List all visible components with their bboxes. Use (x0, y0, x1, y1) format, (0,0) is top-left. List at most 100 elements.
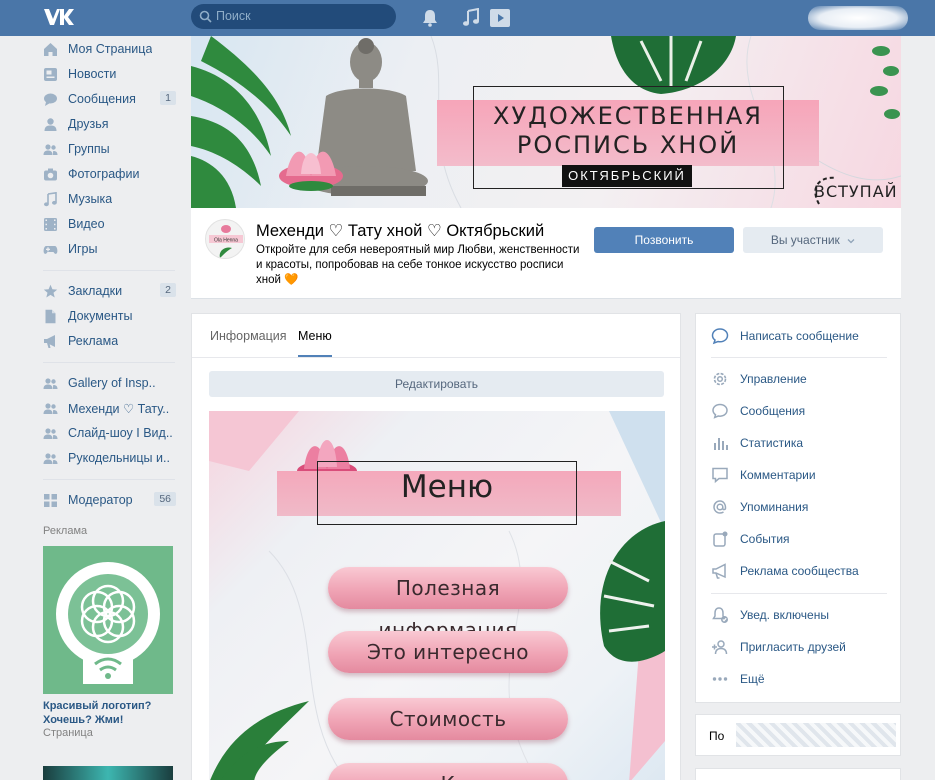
ad-heading: Реклама (43, 525, 88, 537)
more-link[interactable]: Ещё (711, 668, 891, 690)
community-ads-link[interactable]: Реклама сообщества (711, 560, 891, 582)
sidebar-item-messages[interactable]: Сообщения 1 (43, 88, 178, 110)
invite-friends-link[interactable]: Пригласить друзей (711, 636, 891, 658)
mentions-link[interactable]: Упоминания (711, 496, 891, 518)
gear-icon (713, 372, 727, 386)
edit-button[interactable]: Редактировать (209, 371, 664, 397)
sidebar-item-label: Модератор (68, 493, 133, 507)
statistics-label: Статистика (740, 436, 804, 450)
wiki-menu-panel: Информация Меню Редактировать Меню Полез… (191, 313, 681, 780)
messages-label: Сообщения (740, 404, 806, 418)
sidebar-item-bookmarks[interactable]: Закладки 2 (43, 280, 178, 302)
ad-image[interactable] (43, 546, 173, 694)
megaphone-icon (44, 334, 55, 348)
sidebar-item-music[interactable]: Музыка (43, 188, 178, 210)
menu-button-interesting[interactable]: Это интересно (328, 631, 568, 673)
sidebar-item-label: Рукодельницы и.. (68, 451, 170, 465)
music-icon[interactable] (461, 8, 481, 28)
write-message-link[interactable]: Написать сообщение (711, 325, 891, 347)
member-dropdown-button[interactable]: Вы участник (743, 227, 883, 253)
notifications-label: Увед. включены (740, 608, 829, 622)
sidebar-item-photos[interactable]: Фотографии (43, 163, 178, 185)
sidebar-item-group-3[interactable]: Слайд-шоу I Вид.. (43, 422, 178, 444)
sidebar-item-moderator[interactable]: Модератор 56 (43, 489, 178, 511)
messages-icon (44, 93, 57, 106)
sidebar-item-news[interactable]: Новости (43, 63, 178, 85)
sidebar-item-group-1[interactable]: Gallery of Insp.. (43, 372, 178, 394)
community-avatar[interactable]: Ola Henna (205, 219, 245, 259)
groups-icon (43, 143, 58, 155)
sidebar-item-label: Сообщения (68, 92, 136, 106)
star-icon (43, 284, 58, 297)
tab-info[interactable]: Информация (210, 314, 287, 357)
manage-link[interactable]: Управление (711, 368, 891, 390)
sidebar-item-video[interactable]: Видео (43, 213, 178, 235)
news-icon (44, 67, 57, 81)
sidebar-item-games[interactable]: Игры (43, 238, 178, 260)
sidebar-item-label: Музыка (68, 192, 113, 206)
cover-location-tag: ОКТЯБРЬСКИЙ (562, 165, 692, 187)
home-icon (44, 42, 57, 56)
bookmarks-count-badge: 2 (160, 283, 176, 297)
ad-image-2[interactable] (43, 766, 173, 780)
community-ads-label: Реклама сообщества (740, 564, 859, 578)
call-button[interactable]: Позвонить (594, 227, 734, 253)
sidebar-item-documents[interactable]: Документы (43, 305, 178, 327)
sidebar-item-my-page[interactable]: Моя Страница (43, 38, 178, 60)
tab-menu[interactable]: Меню (298, 314, 332, 357)
moderator-count-badge: 56 (154, 492, 176, 506)
write-message-label: Написать сообщение (740, 329, 859, 343)
comments-link[interactable]: Комментарии (711, 464, 891, 486)
menu-button-contacts[interactable]: К (328, 763, 568, 780)
sidebar-item-label: Видео (68, 217, 105, 231)
menu-button-useful-info[interactable]: Полезная информация (328, 567, 568, 642)
ad-type-label: Страница (43, 727, 93, 739)
messages-link[interactable]: Сообщения (711, 400, 891, 422)
sidebar-item-label: Новости (68, 67, 117, 81)
more-label: Ещё (740, 672, 765, 686)
invite-friends-label: Пригласить друзей (740, 640, 846, 654)
sidebar-item-label: Реклама (68, 334, 119, 348)
events-link[interactable]: События (711, 528, 891, 550)
document-icon (45, 309, 56, 323)
user-menu[interactable] (808, 6, 908, 30)
avatar-image: Ola Henna (209, 225, 243, 258)
sidebar-divider (43, 479, 175, 480)
menu-button-price[interactable]: Стоимость (328, 698, 568, 740)
comments-label: Комментарии (740, 468, 816, 482)
notifications-toggle[interactable]: Увед. включены (711, 604, 891, 626)
unread-count-badge: 1 (160, 91, 176, 105)
bell-icon[interactable] (420, 8, 440, 28)
vk-logo-icon[interactable] (42, 7, 74, 27)
sidebar-item-friends[interactable]: Друзья (43, 113, 178, 135)
sidebar-item-group-2[interactable]: Мехенди ♡ Тату.. (43, 397, 178, 419)
sidebar-item-label: Друзья (68, 117, 109, 131)
chat-icon (712, 403, 728, 419)
add-friend-icon (712, 640, 728, 655)
grid-icon (44, 493, 57, 507)
megaphone-icon (712, 563, 726, 579)
ad-title-link[interactable]: Красивый логотип? Хочешь? Жми! (43, 699, 183, 727)
sidebar-divider (43, 270, 175, 271)
mandala-logo-icon (43, 546, 173, 694)
sidebar-item-ads[interactable]: Реклама (43, 330, 178, 352)
camera-icon (44, 168, 57, 180)
play-icon[interactable] (490, 8, 510, 28)
sidebar-item-label: Моя Страница (68, 42, 153, 56)
search-icon (199, 10, 212, 23)
panel-divider (711, 357, 887, 358)
more-icon (712, 677, 728, 681)
stats-icon (714, 438, 728, 450)
sidebar-item-label: Закладки (68, 284, 123, 298)
comment-icon (712, 467, 728, 484)
sidebar-item-label: Мехенди ♡ Тату.. (68, 401, 170, 416)
statistics-link[interactable]: Статистика (711, 432, 891, 454)
sidebar-item-group-4[interactable]: Рукодельницы и.. (43, 447, 178, 469)
chat-icon (711, 328, 729, 345)
at-icon (713, 500, 727, 514)
community-cover: ХУДОЖЕСТВЕННАЯ РОСПИСЬ ХНОЙ ОКТЯБРЬСКИЙ … (191, 36, 901, 208)
tabs-divider (192, 357, 680, 358)
groups-icon (43, 402, 58, 414)
sidebar-item-groups[interactable]: Группы (43, 138, 178, 160)
search-input[interactable]: Поиск (191, 4, 396, 29)
